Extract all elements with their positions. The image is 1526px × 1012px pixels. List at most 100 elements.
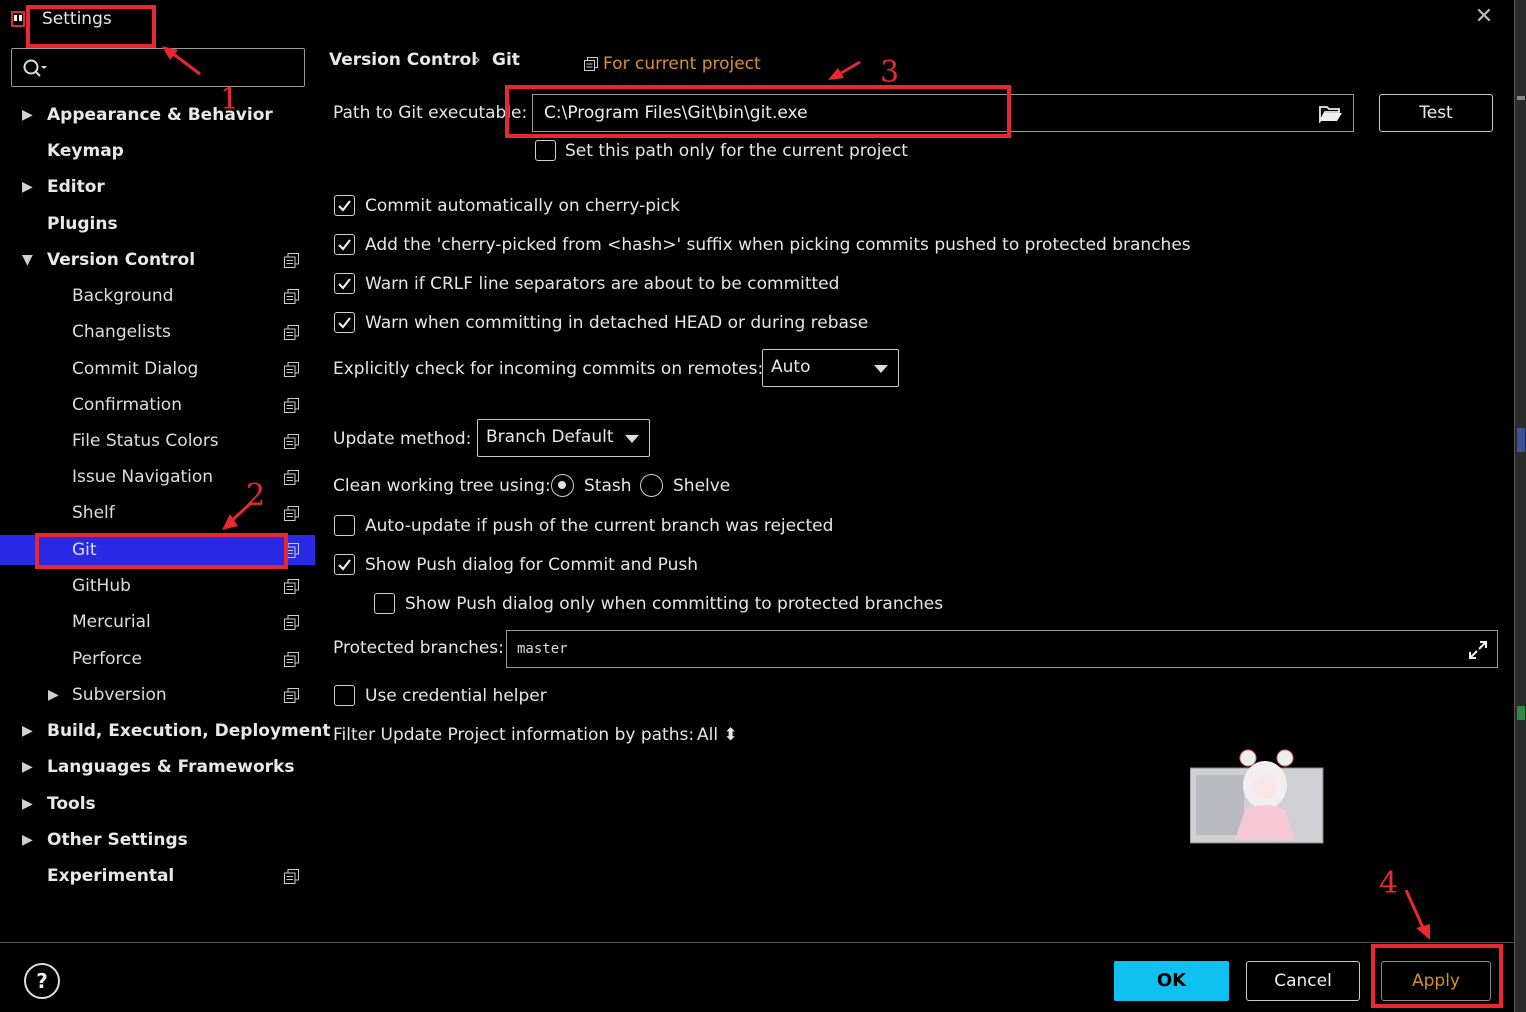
project-scope-icon (584, 57, 598, 71)
cherry-pick-label: Commit automatically on cherry-pick (365, 196, 680, 216)
project-scope-icon (284, 325, 299, 340)
sidebar-item-commit-dialog[interactable]: Commit Dialog (0, 354, 315, 384)
sidebar-item-mercurial[interactable]: Mercurial (0, 607, 315, 637)
filter-paths-label: Filter Update Project information by pat… (333, 725, 695, 745)
sidebar-item-tools[interactable]: ▶ Tools (0, 789, 315, 819)
auto-update-checkbox[interactable] (334, 515, 355, 536)
close-icon[interactable]: ✕ (1470, 4, 1498, 30)
filter-paths-select[interactable]: All ⬍ (697, 725, 738, 745)
cherry-pick-checkbox[interactable] (334, 195, 355, 216)
project-scope-icon (284, 869, 299, 884)
sidebar-item-label: Perforce (72, 649, 142, 669)
ok-button[interactable]: OK (1114, 961, 1229, 1001)
sidebar-item-appearance-behavior[interactable]: ▶ Appearance & Behavior (0, 100, 315, 130)
sidebar-item-other-settings[interactable]: ▶ Other Settings (0, 825, 315, 855)
crlf-checkbox[interactable] (334, 273, 355, 294)
chevron-right-icon[interactable]: ▶ (22, 825, 33, 855)
sidebar-item-github[interactable]: GitHub (0, 571, 315, 601)
sidebar-item-label: File Status Colors (72, 431, 219, 451)
sidebar-item-keymap[interactable]: Keymap (0, 136, 315, 166)
chevron-right-icon[interactable]: ▶ (22, 789, 33, 819)
sidebar-item-background[interactable]: Background (0, 281, 315, 311)
incoming-commits-select[interactable]: Auto (762, 349, 899, 387)
show-push-checkbox[interactable] (334, 554, 355, 575)
breadcrumb-current: Git (492, 50, 520, 70)
sidebar-item-changelists[interactable]: Changelists (0, 317, 315, 347)
annotation-number-1: 1 (220, 82, 240, 117)
chevron-right-icon[interactable]: ▶ (22, 100, 33, 130)
help-button[interactable]: ? (24, 963, 60, 999)
update-method-label: Update method: (333, 429, 472, 449)
sidebar-item-issue-navigation[interactable]: Issue Navigation (0, 462, 315, 492)
checkmark-icon (338, 559, 351, 571)
project-scope-icon (284, 434, 299, 449)
show-push-protected-label: Show Push dialog only when committing to… (405, 594, 944, 614)
clean-tree-label: Clean working tree using: (333, 476, 551, 496)
sidebar-item-label: Commit Dialog (72, 359, 199, 379)
auto-update-label: Auto-update if push of the current branc… (365, 516, 834, 536)
credential-helper-checkbox[interactable] (334, 685, 355, 706)
breadcrumb-parent[interactable]: Version Control (329, 50, 477, 70)
sidebar-item-perforce[interactable]: Perforce (0, 644, 315, 674)
protected-branches-value: master (517, 641, 568, 657)
annotation-arrow-1 (162, 46, 201, 76)
sidebar-item-languages-frameworks[interactable]: ▶ Languages & Frameworks (0, 752, 315, 782)
annotation-number-4: 4 (1379, 866, 1399, 901)
sidebar-item-build-execution-deployment[interactable]: ▶ Build, Execution, Deployment (0, 716, 331, 746)
credential-helper-label: Use credential helper (365, 686, 547, 706)
annotation-box-1 (26, 5, 156, 48)
checkmark-icon (338, 317, 351, 329)
apply-button[interactable]: Apply (1381, 961, 1491, 1001)
sidebar-item-label: Plugins (47, 214, 118, 234)
sidebar-item-subversion[interactable]: ▶ Subversion (0, 680, 315, 710)
annotation-number-2: 2 (246, 478, 266, 513)
sidebar-item-label: Mercurial (72, 612, 151, 632)
sidebar-item-experimental[interactable]: Experimental (0, 861, 315, 891)
breadcrumb-separator: › (474, 50, 481, 70)
sidebar-item-confirmation[interactable]: Confirmation (0, 390, 315, 420)
chevron-right-icon[interactable]: ▶ (22, 716, 33, 746)
sidebar-item-shelf[interactable]: Shelf (0, 498, 315, 528)
sidebar-item-label: Other Settings (47, 830, 188, 850)
expand-icon[interactable] (1468, 640, 1488, 660)
sidebar-item-editor[interactable]: ▶ Editor (0, 172, 315, 202)
test-button[interactable]: Test (1379, 94, 1493, 132)
sidebar-item-label: Keymap (47, 141, 124, 161)
project-scope-icon (284, 579, 299, 594)
sidebar-item-version-control[interactable]: ▼ Version Control (0, 245, 315, 275)
show-push-protected-checkbox[interactable] (374, 593, 395, 614)
search-icon (23, 59, 47, 77)
annotation-arrow-3 (828, 60, 861, 80)
cherry-suffix-checkbox[interactable] (334, 234, 355, 255)
chevron-down-icon[interactable]: ▼ (22, 245, 33, 275)
detached-head-checkbox[interactable] (334, 312, 355, 333)
chevron-right-icon[interactable]: ▶ (22, 752, 33, 782)
path-current-project-checkbox[interactable] (535, 140, 556, 161)
incoming-commits-value: Auto (771, 357, 811, 377)
sidebar-item-label: GitHub (72, 576, 131, 596)
mascot-image (1190, 749, 1324, 844)
chevron-right-icon[interactable]: ▶ (22, 172, 33, 202)
project-scope-icon (284, 362, 299, 377)
folder-icon[interactable] (1319, 105, 1343, 123)
protected-branches-field[interactable]: master (506, 630, 1498, 668)
sidebar-item-file-status-colors[interactable]: File Status Colors (0, 426, 315, 456)
stash-radio[interactable] (551, 474, 574, 497)
footer-divider (0, 942, 1514, 943)
chevron-right-icon[interactable]: ▶ (48, 680, 59, 710)
checkmark-icon (338, 239, 351, 251)
sidebar-item-label: Build, Execution, Deployment (47, 721, 331, 741)
project-scope-icon (284, 470, 299, 485)
sidebar-item-label: Tools (47, 794, 96, 814)
update-method-select[interactable]: Branch Default (477, 419, 650, 457)
update-method-value: Branch Default (486, 427, 614, 447)
shelve-radio[interactable] (640, 474, 663, 497)
shelve-label: Shelve (673, 476, 731, 496)
annotation-arrow-4 (1404, 889, 1430, 940)
title-bar (0, 0, 1514, 44)
detached-head-label: Warn when committing in detached HEAD or… (365, 313, 869, 333)
annotation-box-3 (505, 85, 1011, 138)
for-current-project-label: For current project (603, 54, 761, 74)
cancel-button[interactable]: Cancel (1246, 961, 1360, 1001)
sidebar-item-plugins[interactable]: Plugins (0, 209, 315, 239)
